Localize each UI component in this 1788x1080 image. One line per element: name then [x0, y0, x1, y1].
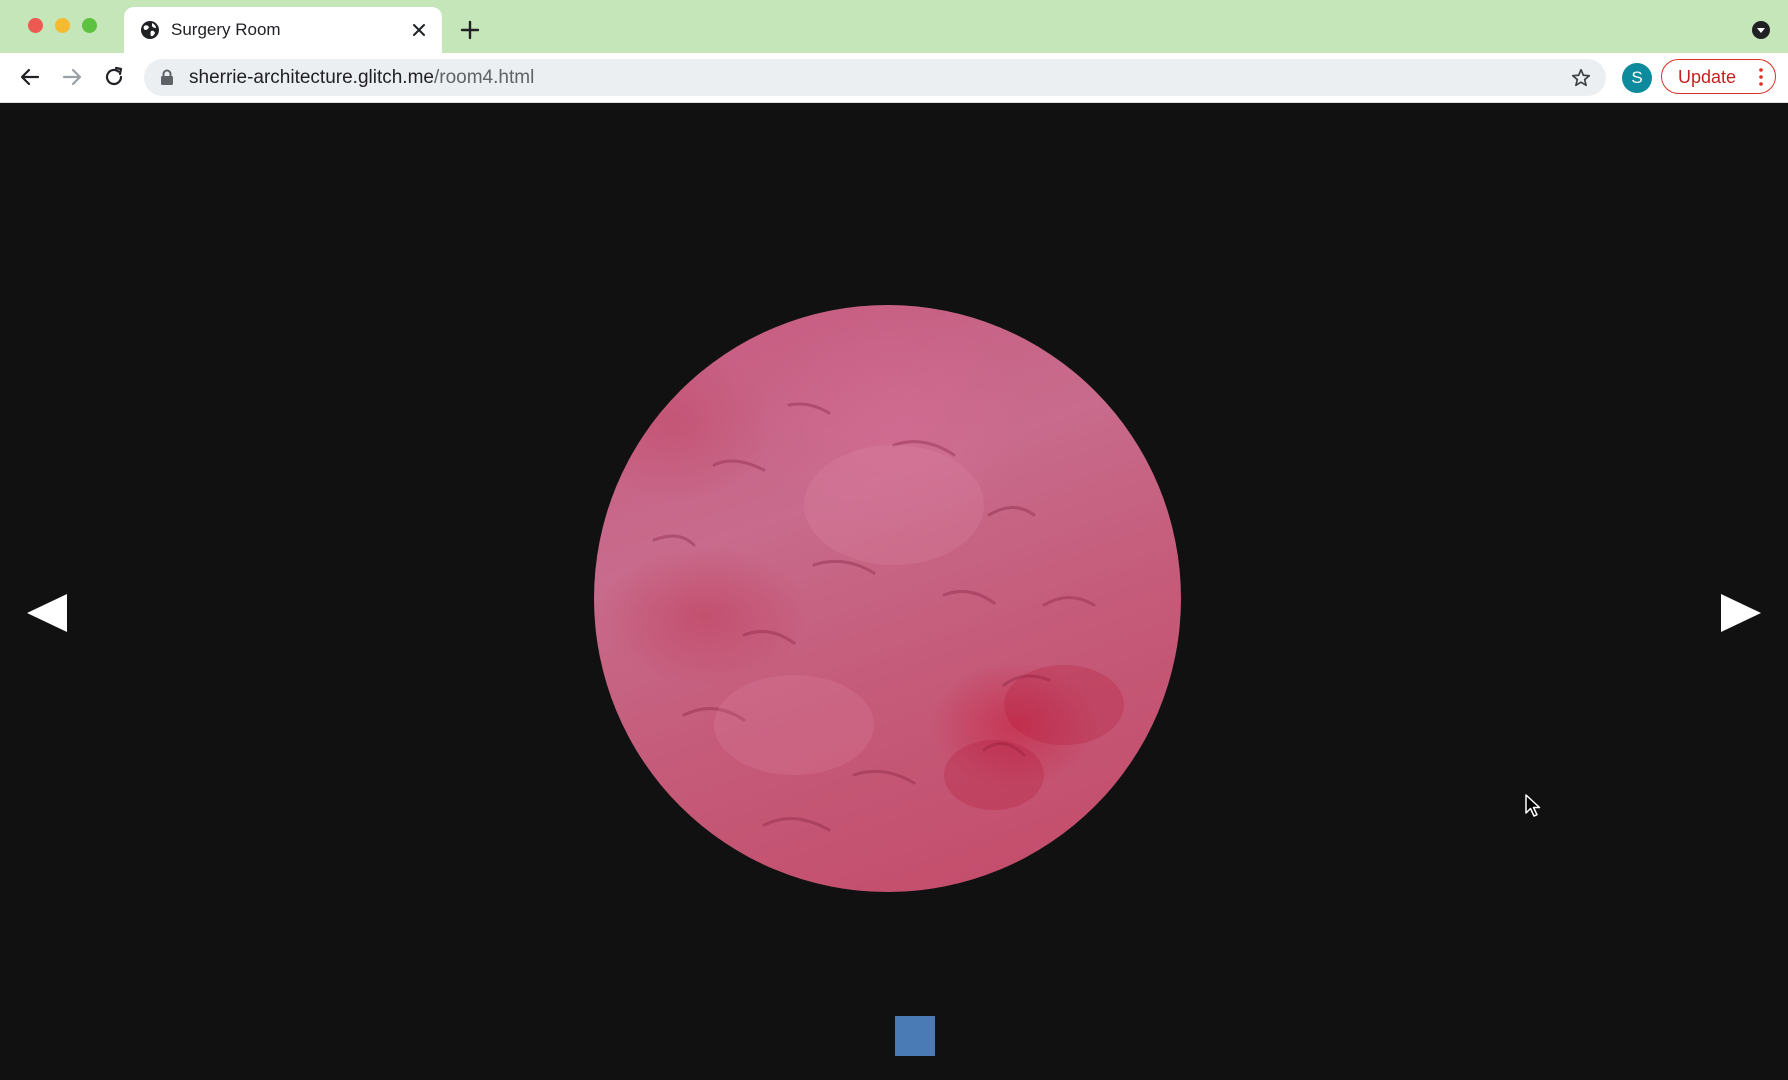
tissue-texture-detail [652, 402, 1124, 832]
page-viewport [0, 103, 1788, 1080]
tab-search-icon[interactable] [1752, 21, 1770, 39]
back-icon[interactable] [18, 65, 42, 89]
minimize-window-button[interactable] [55, 18, 70, 33]
tissue-texture-image [594, 305, 1181, 892]
room-indicator-square[interactable] [895, 1016, 935, 1056]
close-icon[interactable] [410, 21, 428, 39]
browser-toolbar: sherrie-architecture.glitch.me/room4.htm… [0, 53, 1788, 103]
profile-avatar[interactable]: S [1622, 63, 1652, 93]
forward-icon[interactable] [60, 65, 84, 89]
close-window-button[interactable] [28, 18, 43, 33]
update-button[interactable]: Update [1661, 59, 1776, 94]
bookmark-star-icon[interactable] [1570, 67, 1592, 89]
new-tab-icon[interactable] [460, 20, 480, 40]
update-label: Update [1678, 67, 1737, 87]
next-room-button[interactable] [1720, 592, 1762, 634]
lock-icon[interactable] [160, 69, 174, 86]
browser-window: Surgery Room sherrie-architecture.glitch… [0, 0, 1788, 1080]
tab-strip: Surgery Room [0, 0, 1788, 53]
reload-icon[interactable] [102, 65, 126, 89]
address-bar[interactable]: sherrie-architecture.glitch.me/room4.htm… [144, 59, 1606, 96]
url-text[interactable]: sherrie-architecture.glitch.me/room4.htm… [189, 67, 534, 89]
tab-title: Surgery Room [171, 20, 281, 39]
globe-icon [141, 21, 159, 39]
more-menu-icon[interactable] [1759, 67, 1763, 87]
maximize-window-button[interactable] [82, 18, 97, 33]
tab-surgery-room[interactable]: Surgery Room [124, 7, 442, 53]
previous-room-button[interactable] [26, 592, 68, 634]
url-host: sherrie-architecture.glitch.me [189, 67, 434, 88]
url-path: /room4.html [433, 67, 535, 88]
mouse-cursor-icon [1525, 794, 1541, 817]
